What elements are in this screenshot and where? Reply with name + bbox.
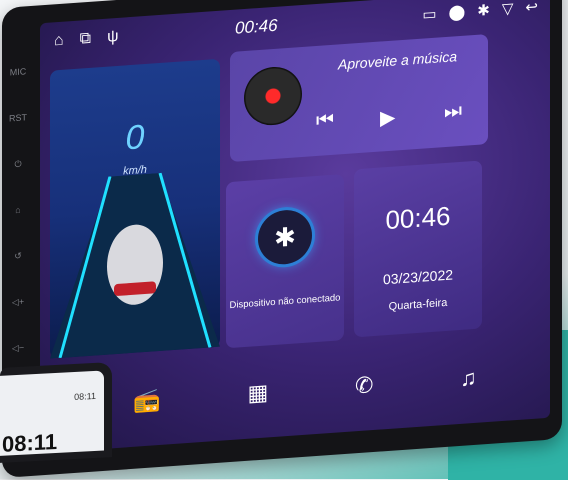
speedometer-card[interactable]: 0 km/h: [50, 58, 220, 359]
dock: 📻 ▦ ✆ ♫: [90, 340, 520, 440]
back-key-icon[interactable]: ↺: [8, 250, 28, 297]
previous-icon[interactable]: ⏮: [316, 109, 334, 133]
cast-icon: ▭: [422, 5, 437, 24]
power-key-icon[interactable]: ⏻: [8, 158, 28, 205]
usb-icon: ψ: [107, 27, 119, 46]
volume-up-key-icon[interactable]: ◁+: [8, 296, 28, 343]
music-note-icon[interactable]: ♫: [460, 365, 477, 392]
reset-label: RST: [9, 112, 27, 124]
phone-screen: 08:11 08:11: [0, 370, 104, 457]
clock-weekday: Quarta-feira: [388, 296, 448, 313]
recent-apps-icon[interactable]: ⧉: [80, 30, 91, 49]
clock-card[interactable]: 00:46 03/23/2022 Quarta-feira: [354, 160, 482, 338]
speed-value: 0: [125, 118, 145, 158]
music-title: Aproveite a música: [338, 48, 458, 73]
status-time: 00:46: [235, 15, 278, 38]
road-illustration: [50, 172, 220, 359]
home-key-icon[interactable]: ⌂: [8, 204, 28, 251]
clock-date: 03/23/2022: [382, 266, 454, 288]
bluetooth-status: Dispositivo não conectado: [229, 292, 341, 312]
bluetooth-large-icon: ✱: [258, 208, 312, 267]
location-icon: ⬤: [448, 3, 466, 22]
back-icon[interactable]: ↩: [525, 0, 538, 16]
wifi-icon: ▽: [501, 0, 514, 19]
phone-status-time: 08:11: [74, 390, 96, 403]
bluetooth-card[interactable]: ✱ Dispositivo não conectado: [226, 174, 344, 349]
play-icon[interactable]: ▶: [380, 104, 395, 130]
clock-time: 00:46: [385, 200, 451, 236]
bluetooth-icon: ✱: [477, 1, 490, 20]
music-card[interactable]: Aproveite a música ⏮ ▶ ⏭: [230, 34, 488, 163]
mic-label: MIC: [9, 66, 27, 78]
screen: ⌂ ⧉ ψ 00:46 ▭ ⬤ ✱ ▽ ↩ 0 km/h Aproveite a…: [40, 0, 550, 454]
phone-preview: 08:11 08:11: [0, 362, 112, 463]
home-icon[interactable]: ⌂: [54, 32, 64, 51]
next-icon[interactable]: ⏭: [444, 100, 462, 124]
apps-icon[interactable]: ▦: [247, 379, 268, 406]
radio-icon[interactable]: 📻: [133, 387, 160, 415]
phone-time: 08:11: [2, 428, 58, 457]
side-keys: MIC RST ⏻ ⌂ ↺ ◁+ ◁−: [8, 66, 28, 389]
vinyl-disc-icon: [244, 65, 302, 128]
phone-icon[interactable]: ✆: [355, 372, 373, 399]
